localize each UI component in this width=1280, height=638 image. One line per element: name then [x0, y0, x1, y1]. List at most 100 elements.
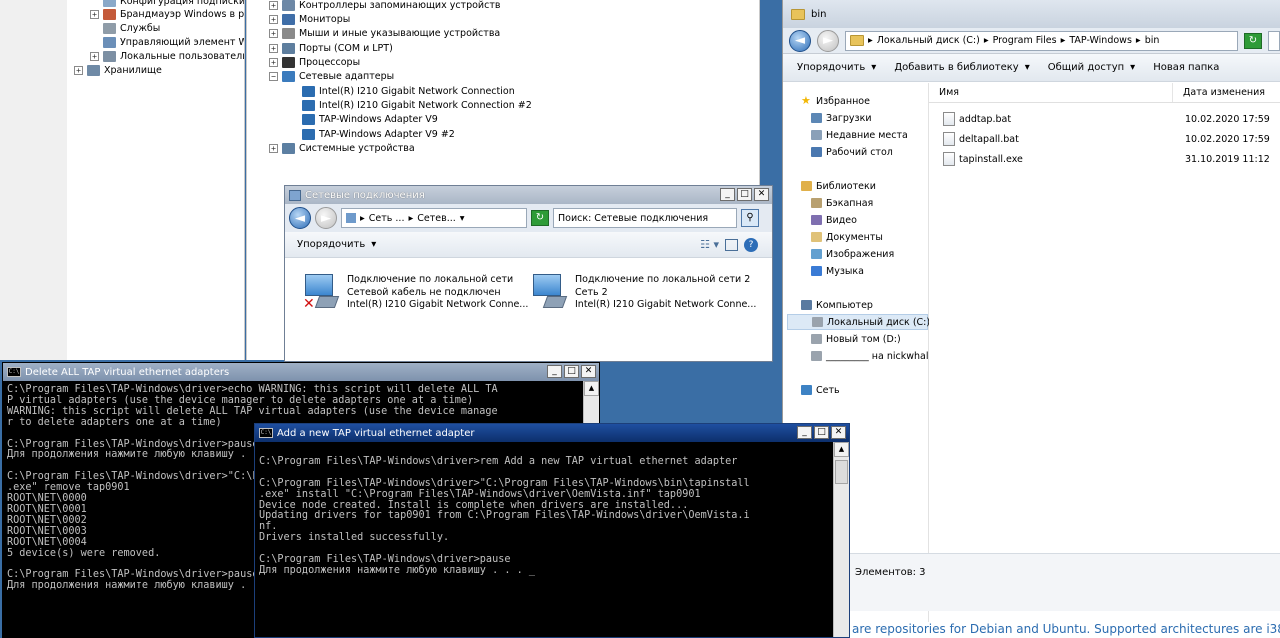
- search-box-edge[interactable]: [1268, 30, 1280, 51]
- command-3[interactable]: Новая папка: [1153, 62, 1219, 73]
- nav-item[interactable]: Видео: [811, 212, 857, 228]
- nav-item[interactable]: ★ Избранное: [801, 93, 870, 109]
- breadcrumb-network-connections[interactable]: Сетев...: [417, 213, 456, 224]
- column-name[interactable]: Имя: [929, 83, 1173, 102]
- expand-icon[interactable]: +: [269, 0, 278, 10]
- tree-item[interactable]: + Процессоры: [269, 55, 360, 69]
- organize-menu[interactable]: Упорядочить: [297, 239, 365, 250]
- expand-icon[interactable]: +: [90, 9, 99, 19]
- netconn-breadcrumb[interactable]: ▸ Сеть ... ▸ Сетев... ▾: [341, 208, 527, 228]
- expand-icon[interactable]: +: [269, 57, 278, 67]
- preview-pane-icon[interactable]: [725, 238, 738, 251]
- nav-item[interactable]: Рабочий стол: [811, 144, 893, 160]
- file-row[interactable]: addtap.bat 10.02.2020 17:59: [929, 110, 1280, 128]
- connection-name: Подключение по локальной сети 2: [575, 274, 751, 285]
- tree-item[interactable]: + Брандмауэр Windows в ре: [90, 7, 244, 21]
- scroll-up-icon[interactable]: ▲: [584, 381, 599, 396]
- file-row[interactable]: tapinstall.exe 31.10.2019 11:12: [929, 150, 1280, 168]
- close-button[interactable]: ✕: [831, 426, 846, 439]
- breadcrumb-network[interactable]: Сеть ...: [369, 213, 405, 224]
- nav-item[interactable]: Изображения: [811, 246, 894, 262]
- minimize-button[interactable]: _: [720, 188, 735, 201]
- netconn-search-input[interactable]: Поиск: Сетевые подключения: [553, 208, 737, 228]
- breadcrumb-segment[interactable]: Локальный диск (C:): [877, 35, 980, 46]
- tree-item[interactable]: TAP-Windows Adapter V9: [289, 112, 438, 126]
- close-button[interactable]: ✕: [754, 188, 769, 201]
- expand-icon[interactable]: +: [269, 14, 278, 24]
- tree-item[interactable]: + Мыши и иные указывающие устройства: [269, 26, 500, 40]
- back-arrow-icon[interactable]: ◄: [789, 29, 811, 52]
- tree-item[interactable]: + Системные устройства: [269, 141, 415, 155]
- command-0[interactable]: Упорядочить: [797, 62, 865, 73]
- nav-item[interactable]: Новый том (D:): [811, 331, 901, 347]
- expand-icon[interactable]: +: [269, 143, 278, 153]
- tree-item[interactable]: + Контроллеры запоминающих устройств: [269, 0, 500, 12]
- item-count: Элементов: 3: [855, 567, 926, 578]
- refresh-icon[interactable]: ↻: [1244, 32, 1262, 49]
- maximize-button[interactable]: □: [814, 426, 829, 439]
- folder-icon: [812, 317, 823, 327]
- console-title: Add a new TAP virtual ethernet adapter: [277, 427, 475, 439]
- tree-item[interactable]: TAP-Windows Adapter V9 #2: [289, 127, 455, 141]
- tree-item[interactable]: + Порты (COM и LPT): [269, 41, 393, 55]
- nav-item[interactable]: Сеть: [801, 382, 840, 398]
- command-2[interactable]: Общий доступ: [1048, 62, 1124, 73]
- tree-item[interactable]: Управляющий элемент W: [90, 35, 244, 49]
- forward-arrow-icon[interactable]: ►: [315, 207, 337, 229]
- netconn-titlebar[interactable]: Сетевые подключения: [285, 186, 772, 204]
- expand-icon[interactable]: +: [74, 65, 83, 75]
- back-arrow-icon[interactable]: ◄: [289, 207, 311, 229]
- expand-icon[interactable]: +: [90, 51, 99, 61]
- breadcrumb-segment[interactable]: bin: [1145, 35, 1160, 46]
- connection-item[interactable]: ✕ Подключение по локальной сети Сетевой ка…: [303, 274, 528, 312]
- tree-item-label: TAP-Windows Adapter V9 #2: [319, 128, 455, 140]
- minimize-button[interactable]: _: [797, 426, 812, 439]
- nav-item[interactable]: Музыка: [811, 263, 864, 279]
- tree-item[interactable]: + Хранилище: [74, 63, 162, 77]
- connection-item[interactable]: Подключение по локальной сети 2 Сеть 2 Int…: [531, 274, 756, 312]
- close-button[interactable]: ✕: [581, 365, 596, 378]
- search-icon[interactable]: ⚲: [741, 209, 759, 227]
- address-breadcrumb[interactable]: ▸ Локальный диск (C:) ▸ Program Files ▸ TAP-W…: [845, 30, 1238, 51]
- forward-arrow-icon[interactable]: ►: [817, 29, 839, 52]
- console-titlebar[interactable]: C:\ Add a new TAP virtual ethernet adapt…: [255, 424, 849, 442]
- column-date-modified[interactable]: Дата изменения: [1173, 83, 1280, 102]
- file-row[interactable]: deltapall.bat 10.02.2020 17:59: [929, 130, 1280, 148]
- console-scrollbar[interactable]: ▲: [833, 442, 849, 637]
- nav-item[interactable]: Библиотеки: [801, 178, 876, 194]
- minimize-button[interactable]: _: [547, 365, 562, 378]
- view-icon[interactable]: ☷ ▾: [700, 238, 719, 251]
- collapse-icon[interactable]: −: [269, 71, 278, 81]
- explorer-titlebar[interactable]: bin: [783, 0, 1280, 28]
- nav-item[interactable]: Компьютер: [801, 297, 873, 313]
- nav-item[interactable]: Загрузки: [811, 110, 872, 126]
- nav-item[interactable]: _________ на nickwhal: [811, 348, 928, 364]
- connection-adapter: Intel(R) I210 Gigabit Network Conne...: [347, 299, 529, 310]
- nav-item[interactable]: Недавние места: [811, 127, 908, 143]
- scroll-thumb[interactable]: [835, 460, 848, 484]
- maximize-button[interactable]: □: [737, 188, 752, 201]
- refresh-icon[interactable]: ↻: [531, 210, 549, 226]
- nav-item[interactable]: Документы: [811, 229, 883, 245]
- command-1[interactable]: Добавить в библиотеку: [894, 62, 1018, 73]
- tree-item[interactable]: Intel(R) I210 Gigabit Network Connection: [289, 84, 515, 98]
- scroll-up-icon[interactable]: ▲: [834, 442, 849, 457]
- tree-item[interactable]: + Мониторы: [269, 12, 350, 26]
- breadcrumb-segment[interactable]: TAP-Windows: [1069, 35, 1132, 46]
- tree-item[interactable]: − Сетевые адаптеры: [269, 69, 394, 83]
- tree-item[interactable]: + Локальные пользователи: [90, 49, 244, 63]
- console-titlebar[interactable]: C:\ Delete ALL TAP virtual ethernet adap…: [3, 363, 599, 381]
- tree-item[interactable]: Службы: [90, 21, 160, 35]
- web-page-text[interactable]: are repositories for Debian and Ubuntu. …: [850, 622, 1280, 638]
- computer-icon: [801, 300, 812, 310]
- tree-item[interactable]: Intel(R) I210 Gigabit Network Connection…: [289, 98, 532, 112]
- help-icon[interactable]: ?: [744, 237, 758, 252]
- expand-icon[interactable]: +: [269, 43, 278, 53]
- folder-icon: [811, 232, 822, 242]
- nav-item[interactable]: Локальный диск (C:): [787, 314, 930, 330]
- breadcrumb-segment[interactable]: Program Files: [993, 35, 1057, 46]
- expand-icon[interactable]: +: [269, 28, 278, 38]
- nav-item[interactable]: Бэкапная: [811, 195, 873, 211]
- nav-item-label: Сеть: [816, 384, 840, 396]
- maximize-button[interactable]: □: [564, 365, 579, 378]
